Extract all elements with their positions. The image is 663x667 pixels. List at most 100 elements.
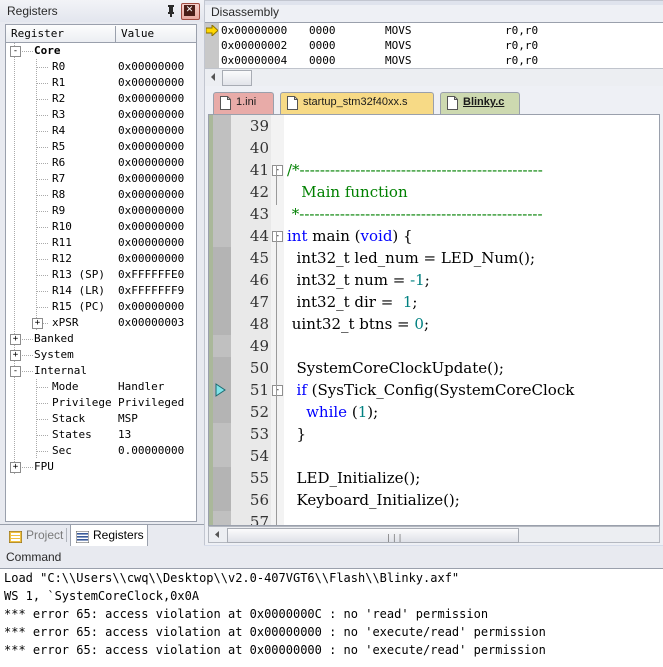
register-row[interactable]: R00x00000000 — [6, 59, 196, 75]
disassembly-listing[interactable]: 0x000000000000MOVSr0,r00x000000020000MOV… — [205, 22, 663, 69]
disassembly-hscrollbar[interactable] — [205, 68, 663, 86]
register-row[interactable]: StackMSP — [6, 411, 196, 427]
scroll-thumb[interactable] — [222, 70, 252, 86]
code-line[interactable]: while (1); — [287, 401, 378, 423]
code-token: while — [306, 403, 347, 421]
register-value[interactable]: 0x00000000 — [118, 171, 184, 187]
editor-tab[interactable]: startup_stm32f40xx.s — [280, 92, 434, 114]
register-row[interactable]: +System — [6, 347, 196, 363]
code-editor[interactable]: 394041-/*-------------------------------… — [208, 114, 660, 526]
register-row[interactable]: R10x00000000 — [6, 75, 196, 91]
register-name: Core — [34, 43, 61, 59]
register-row[interactable]: PrivilegePrivileged — [6, 395, 196, 411]
sidebar-tab-registers[interactable]: Registers — [70, 525, 148, 546]
register-row[interactable]: +FPU — [6, 459, 196, 475]
register-value[interactable]: 0.00000000 — [118, 443, 184, 459]
disassembly-row[interactable]: 0x000000040000MOVSr0,r0 — [205, 53, 663, 68]
tree-guide — [22, 355, 34, 356]
register-value[interactable]: 0x00000000 — [118, 235, 184, 251]
register-row[interactable]: R14 (LR)0xFFFFFFF9 — [6, 283, 196, 299]
register-value[interactable]: 0x00000000 — [118, 203, 184, 219]
fold-toggle-icon[interactable]: - — [272, 165, 283, 176]
editor-tab[interactable]: Blinky.c — [440, 92, 520, 114]
scroll-left-icon[interactable] — [210, 528, 224, 541]
code-line[interactable]: int32_t led_num = LED_Num(); — [287, 247, 535, 269]
disassembly-row[interactable]: 0x000000020000MOVSr0,r0 — [205, 38, 663, 53]
register-row[interactable]: R20x00000000 — [6, 91, 196, 107]
register-value[interactable]: 0x00000000 — [118, 139, 184, 155]
register-row[interactable]: R13 (SP)0xFFFFFFE0 — [6, 267, 196, 283]
close-button[interactable]: ✕ — [181, 3, 200, 20]
code-line[interactable]: *---------------------------------------… — [287, 203, 543, 225]
registers-tree[interactable]: Register Value - CoreR00x00000000R10x0000… — [5, 24, 197, 522]
register-value[interactable]: 0xFFFFFFE0 — [118, 267, 184, 283]
register-value[interactable]: 0xFFFFFFF9 — [118, 283, 184, 299]
code-line[interactable]: LED_Initialize(); — [287, 467, 420, 489]
register-value[interactable]: Handler — [118, 379, 164, 395]
register-value[interactable]: 0x00000000 — [118, 123, 184, 139]
register-value[interactable]: 0x00000000 — [118, 107, 184, 123]
register-value[interactable]: 0x00000000 — [118, 75, 184, 91]
register-value[interactable]: 0x00000000 — [118, 91, 184, 107]
editor-hscrollbar[interactable]: ||| — [208, 526, 660, 543]
code-line[interactable]: if (SysTick_Config(SystemCoreClock — [287, 379, 574, 401]
register-value[interactable]: 0x00000000 — [118, 59, 184, 75]
register-value[interactable]: 0x00000000 — [118, 155, 184, 171]
sidebar-tab-project[interactable]: Project — [4, 525, 64, 546]
register-value[interactable]: 0x00000003 — [118, 315, 184, 331]
register-row[interactable]: ModeHandler — [6, 379, 196, 395]
scroll-left-icon[interactable] — [206, 70, 220, 84]
editor-tab[interactable]: 1.ini — [213, 92, 274, 114]
collapse-toggle-icon[interactable]: - — [10, 46, 21, 57]
register-row[interactable]: R100x00000000 — [6, 219, 196, 235]
register-row[interactable]: R60x00000000 — [6, 155, 196, 171]
register-value[interactable]: 0x00000000 — [118, 187, 184, 203]
command-output[interactable]: Load "C:\\Users\\cwq\\Desktop\\v2.0-407V… — [0, 568, 663, 667]
expand-toggle-icon[interactable]: + — [32, 318, 43, 329]
register-row[interactable]: R40x00000000 — [6, 123, 196, 139]
register-row[interactable]: States13 — [6, 427, 196, 443]
code-line[interactable]: int32_t num = -1; — [287, 269, 430, 291]
register-row[interactable]: R50x00000000 — [6, 139, 196, 155]
editor-folding-margin[interactable] — [271, 115, 284, 525]
register-value[interactable]: 13 — [118, 427, 131, 443]
register-value[interactable]: MSP — [118, 411, 138, 427]
pin-icon[interactable] — [165, 4, 177, 17]
register-row[interactable]: R110x00000000 — [6, 235, 196, 251]
register-name: R7 — [52, 171, 65, 187]
fold-toggle-icon[interactable]: - — [272, 385, 283, 396]
code-line[interactable]: uint32_t btns = 0; — [287, 313, 429, 335]
register-row[interactable]: R30x00000000 — [6, 107, 196, 123]
register-value[interactable]: 0x00000000 — [118, 251, 184, 267]
code-line[interactable]: SystemCoreClockUpdate(); — [287, 357, 504, 379]
disassembly-title: Disassembly — [211, 5, 279, 19]
register-row[interactable]: R7 0x00000000 — [6, 171, 196, 187]
tree-guide — [14, 59, 15, 75]
register-row[interactable]: -Internal — [6, 363, 196, 379]
collapse-toggle-icon[interactable]: - — [10, 366, 21, 377]
code-line[interactable]: } — [287, 423, 306, 445]
register-value[interactable]: 0x00000000 — [118, 219, 184, 235]
register-value[interactable]: Privileged — [118, 395, 184, 411]
code-line[interactable]: int main (void) { — [287, 225, 413, 247]
expand-toggle-icon[interactable]: + — [10, 350, 21, 361]
code-line[interactable]: Keyboard_Initialize(); — [287, 489, 460, 511]
registers-header-row: Register Value — [6, 25, 196, 43]
register-row[interactable]: R90x00000000 — [6, 203, 196, 219]
scroll-thumb[interactable]: ||| — [227, 528, 519, 543]
register-row[interactable]: R120x00000000 — [6, 251, 196, 267]
expand-toggle-icon[interactable]: + — [10, 334, 21, 345]
register-row[interactable]: - Core — [6, 43, 196, 59]
register-row[interactable]: Sec0.00000000 — [6, 443, 196, 459]
code-line[interactable]: Main function — [287, 181, 408, 203]
fold-toggle-icon[interactable]: - — [272, 231, 283, 242]
register-row[interactable]: +Banked — [6, 331, 196, 347]
expand-toggle-icon[interactable]: + — [10, 462, 21, 473]
disassembly-row[interactable]: 0x000000000000MOVSr0,r0 — [205, 23, 663, 38]
register-value[interactable]: 0x00000000 — [118, 299, 184, 315]
code-line[interactable]: /*--------------------------------------… — [287, 159, 543, 181]
register-row[interactable]: +xPSR0x00000003 — [6, 315, 196, 331]
code-line[interactable]: int32_t dir = 1; — [287, 291, 417, 313]
register-row[interactable]: R80x00000000 — [6, 187, 196, 203]
register-row[interactable]: R15 (PC)0x00000000 — [6, 299, 196, 315]
